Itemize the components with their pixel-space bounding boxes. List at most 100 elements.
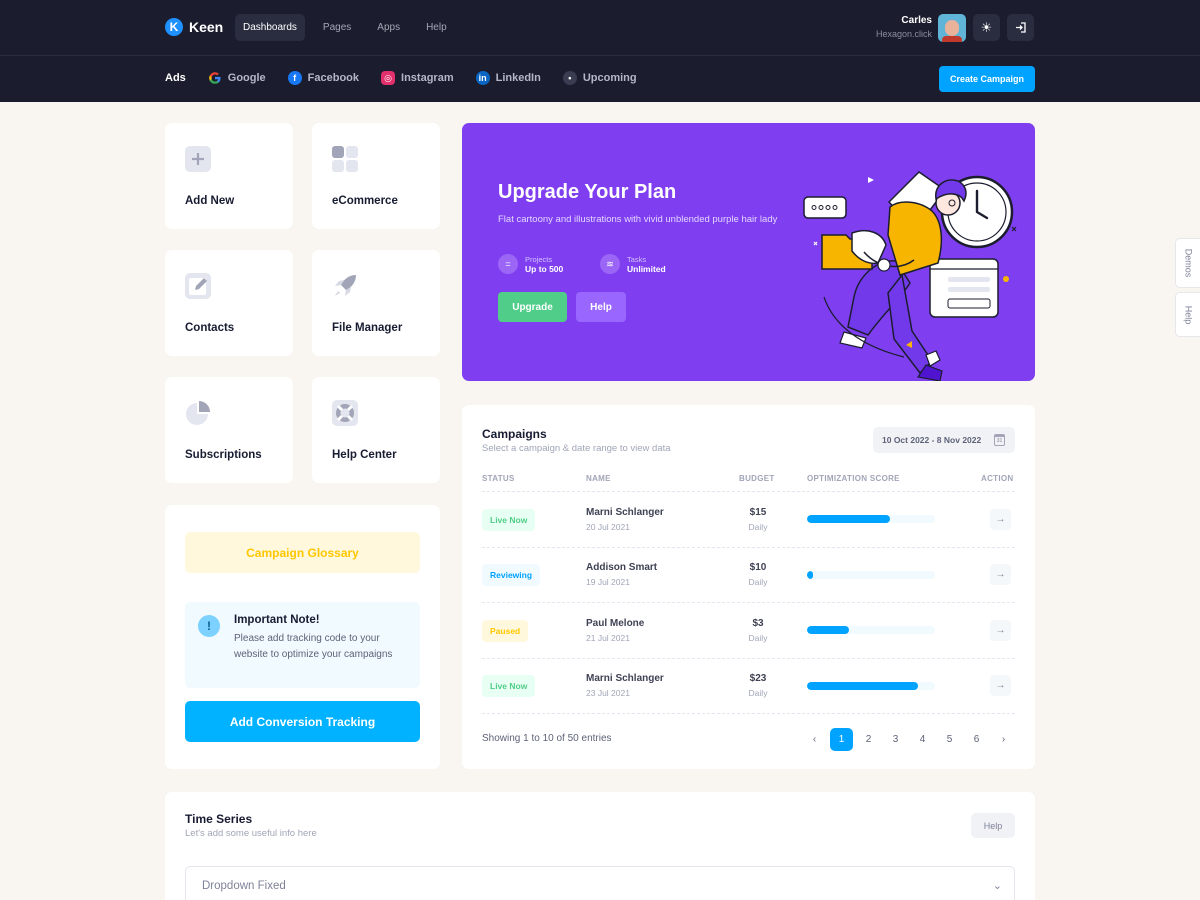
- user-info[interactable]: Carles Hexagon.click: [876, 15, 932, 39]
- arrow-right-icon: →: [995, 680, 1006, 691]
- ads-nav-linkedin-label: LinkedIn: [495, 72, 541, 84]
- plus-icon: [185, 146, 211, 172]
- tile-subscriptions[interactable]: Subscriptions: [165, 377, 293, 483]
- row-action-button[interactable]: →: [990, 509, 1011, 530]
- nav-apps[interactable]: Apps: [369, 14, 408, 41]
- col-header-action: ACTION: [981, 474, 1014, 483]
- brand-name: Keen: [189, 19, 224, 35]
- chevron-down-icon: ⌄: [992, 880, 1002, 892]
- pagination-page-2[interactable]: 2: [857, 728, 880, 751]
- campaign-date: 20 Jul 2021: [586, 522, 630, 532]
- tile-file-manager[interactable]: File Manager: [312, 250, 440, 356]
- user-company: Hexagon.click: [875, 29, 932, 39]
- ads-nav-google-label: Google: [227, 72, 266, 84]
- pagination-page-5[interactable]: 5: [938, 728, 961, 751]
- upgrade-button[interactable]: Upgrade: [498, 292, 567, 322]
- grid-icon: [332, 146, 358, 172]
- pagination-next[interactable]: ›: [992, 728, 1015, 751]
- promo-help-button[interactable]: Help: [576, 292, 626, 322]
- campaigns-title: Campaigns: [482, 427, 547, 441]
- ads-nav-google[interactable]: Google: [208, 71, 266, 85]
- budget-period: Daily: [748, 577, 768, 587]
- chevron-left-icon: ‹: [812, 734, 817, 745]
- ads-title: Ads: [165, 72, 186, 84]
- tile-add-new[interactable]: Add New: [165, 123, 293, 229]
- ads-nav-facebook-label: Facebook: [307, 72, 360, 84]
- pagination-page-6[interactable]: 6: [965, 728, 988, 751]
- linkedin-icon: in: [475, 71, 490, 85]
- tile-contacts[interactable]: Contacts: [165, 250, 293, 356]
- avatar[interactable]: [938, 14, 966, 42]
- ads-nav-upcoming[interactable]: • Upcoming: [562, 71, 637, 85]
- create-campaign-button[interactable]: Create Campaign: [939, 66, 1035, 92]
- side-tab-help-label: Help: [1182, 305, 1193, 324]
- col-header-budget: BUDGET: [739, 474, 775, 483]
- keen-logo-icon: K: [165, 18, 183, 36]
- rocket-icon: [335, 275, 356, 296]
- side-tab-help[interactable]: Help: [1175, 292, 1200, 337]
- row-action-button[interactable]: →: [990, 564, 1011, 585]
- status-badge: Paused: [482, 620, 529, 642]
- ads-nav-linkedin[interactable]: in LinkedIn: [475, 71, 541, 85]
- time-series-help-button[interactable]: Help: [971, 813, 1015, 838]
- sign-out-icon: [1016, 22, 1026, 33]
- brand-logo[interactable]: K Keen: [165, 18, 223, 36]
- sun-icon: ☀: [980, 19, 993, 35]
- campaign-date: 23 Jul 2021: [586, 688, 630, 698]
- row-action-button[interactable]: →: [990, 620, 1011, 641]
- pagination-page-4[interactable]: 4: [911, 728, 934, 751]
- campaign-glossary-button[interactable]: Campaign Glossary: [185, 532, 420, 573]
- glossary-card: Campaign Glossary ! Important Note! Plea…: [165, 505, 440, 769]
- ads-nav-instagram[interactable]: ◎ Instagram: [381, 71, 454, 85]
- row-action-button[interactable]: →: [990, 675, 1011, 696]
- tile-label: Add New: [185, 195, 235, 207]
- promo-description: Flat cartoony and illustrations with viv…: [498, 214, 778, 225]
- top-header: K Keen Dashboards Pages Apps Help Carles…: [0, 0, 1200, 56]
- promo-title: Upgrade Your Plan: [498, 181, 677, 203]
- nav-pages[interactable]: Pages: [315, 14, 359, 41]
- pagination-page-3[interactable]: 3: [884, 728, 907, 751]
- optimization-score-bar: [807, 682, 935, 690]
- campaign-date: 21 Jul 2021: [586, 633, 630, 643]
- pagination-prev[interactable]: ‹: [803, 728, 826, 751]
- date-range-picker[interactable]: 10 Oct 2022 - 8 Nov 2022 31: [873, 427, 1015, 453]
- tile-label: Help Center: [332, 449, 397, 461]
- tile-help-center[interactable]: Help Center: [312, 377, 440, 483]
- stat-value: Up to 500: [525, 263, 564, 274]
- budget-amount: $15: [749, 507, 767, 518]
- tile-label: File Manager: [332, 322, 403, 334]
- stat-tasks: ≋ Tasks Unlimited: [600, 254, 666, 274]
- ads-nav-facebook[interactable]: f Facebook: [287, 71, 360, 85]
- circle-dot-icon: •: [562, 71, 577, 85]
- ads-nav-upcoming-label: Upcoming: [582, 72, 637, 84]
- stat-projects: = Projects Up to 500: [498, 254, 563, 274]
- ads-nav: Ads Google f Facebook ◎ Instagram in Lin…: [165, 71, 659, 85]
- side-tab-demos[interactable]: Demos: [1175, 238, 1200, 288]
- optimization-score-bar: [807, 571, 935, 579]
- facebook-icon: f: [287, 71, 302, 85]
- nav-help[interactable]: Help: [418, 14, 455, 41]
- dropdown-fixed[interactable]: Dropdown Fixed ⌄: [185, 866, 1015, 900]
- pagination-page-1[interactable]: 1: [830, 728, 853, 751]
- tile-ecommerce[interactable]: eCommerce: [312, 123, 440, 229]
- nav-dashboards[interactable]: Dashboards: [235, 14, 305, 41]
- pagination-info: Showing 1 to 10 of 50 entries: [482, 733, 612, 744]
- theme-toggle-button[interactable]: ☀: [973, 14, 1000, 41]
- time-series-card: Time Series Let's add some useful info h…: [165, 792, 1035, 900]
- time-series-title: Time Series: [185, 812, 253, 826]
- campaigns-card: Campaigns Select a campaign & date range…: [462, 405, 1035, 769]
- illustration-lady-with-clock: [803, 171, 1017, 381]
- sign-out-button[interactable]: [1007, 14, 1034, 41]
- ads-nav-instagram-label: Instagram: [401, 72, 454, 84]
- arrow-right-icon: →: [995, 569, 1006, 580]
- instagram-icon: ◎: [381, 71, 396, 85]
- google-icon: [208, 72, 221, 84]
- layers-icon: ≋: [600, 254, 620, 274]
- add-conversion-tracking-button[interactable]: Add Conversion Tracking: [185, 701, 420, 742]
- status-badge: Live Now: [482, 675, 536, 697]
- note-body: Please add tracking code to your website…: [234, 633, 393, 660]
- status-badge: Live Now: [482, 509, 536, 531]
- folder-icon: =: [498, 254, 518, 274]
- note-title: Important Note!: [234, 614, 320, 626]
- time-series-subtitle: Let's add some useful info here: [185, 828, 317, 839]
